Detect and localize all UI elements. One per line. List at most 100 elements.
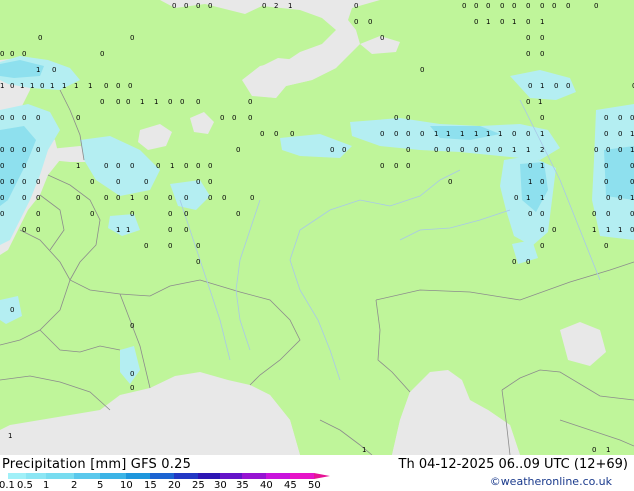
value-marker: 0 <box>630 226 634 234</box>
scale-tick-label: 15 <box>144 480 157 491</box>
value-marker: 0 <box>0 146 4 154</box>
legend-bar: Precipitation [mm] GFS 0.25 Th 04-12-202… <box>0 455 634 491</box>
value-marker: 0 <box>128 82 132 90</box>
scale-arrow <box>314 473 330 479</box>
scale-tick-label: 1 <box>43 480 50 491</box>
value-marker: 0 <box>22 114 26 122</box>
value-marker: 1 <box>528 178 532 186</box>
value-marker: 0 <box>144 194 148 202</box>
value-marker: 0 <box>10 306 14 314</box>
value-marker: 0 <box>196 162 200 170</box>
value-marker: 0 <box>540 226 544 234</box>
value-marker: 0 <box>526 98 530 106</box>
scale-segment <box>266 473 290 479</box>
value-marker: 1 <box>446 130 450 138</box>
value-marker: 0 <box>0 50 4 58</box>
value-marker: 0 <box>606 210 610 218</box>
value-marker: 0 <box>594 146 598 154</box>
value-marker: 0 <box>460 146 464 154</box>
value-marker: 0 <box>116 178 120 186</box>
value-marker: 0 <box>618 114 622 122</box>
value-marker: 1 <box>540 194 544 202</box>
value-marker: 0 <box>10 146 14 154</box>
value-marker: 1 <box>170 162 174 170</box>
value-marker: 0 <box>130 370 134 378</box>
value-marker: 0 <box>22 226 26 234</box>
value-marker: 1 <box>126 226 130 234</box>
value-marker: 0 <box>0 210 4 218</box>
scale-ticks: 0.1 0.5 1 2 5 10 15 20 25 30 35 40 45 50 <box>0 480 340 491</box>
value-marker: 1 <box>154 98 158 106</box>
credit-link[interactable]: ©weatheronline.co.uk <box>490 475 612 488</box>
value-marker: 1 <box>498 130 502 138</box>
value-marker: 0 <box>184 194 188 202</box>
value-marker: 0 <box>500 2 504 10</box>
value-marker: 0 <box>184 226 188 234</box>
value-marker: 0 <box>526 258 530 266</box>
value-marker: 0 <box>222 194 226 202</box>
value-marker: 0 <box>330 146 334 154</box>
value-marker: 0 <box>22 178 26 186</box>
value-marker: 0 <box>38 34 42 42</box>
value-marker: 0 <box>10 178 14 186</box>
value-marker: 2 <box>274 2 278 10</box>
value-marker: 1 <box>630 130 634 138</box>
value-marker: 1 <box>8 432 12 440</box>
scale-tick-label: 20 <box>168 480 181 491</box>
value-marker: 2 <box>540 146 544 154</box>
value-marker: 0 <box>22 146 26 154</box>
value-marker: 1 <box>618 226 622 234</box>
value-marker: 0 <box>528 162 532 170</box>
value-marker: 0 <box>196 178 200 186</box>
value-marker: 0 <box>420 130 424 138</box>
value-marker: 0 <box>104 194 108 202</box>
value-marker: 1 <box>116 226 120 234</box>
value-marker: 0 <box>434 146 438 154</box>
value-marker: 0 <box>380 34 384 42</box>
value-marker: 0 <box>592 210 596 218</box>
scale-tick-label: 2 <box>71 480 78 491</box>
value-marker: 0 <box>474 18 478 26</box>
value-marker: 0 <box>342 146 346 154</box>
scale-segment <box>220 473 242 479</box>
value-marker: 0 <box>196 98 200 106</box>
value-marker: 0 <box>116 162 120 170</box>
value-marker: 0 <box>116 194 120 202</box>
value-marker: 0 <box>130 384 134 392</box>
value-marker: 1 <box>288 2 292 10</box>
value-marker: 0 <box>130 322 134 330</box>
value-marker: 0 <box>594 2 598 10</box>
value-marker: 0 <box>406 114 410 122</box>
value-marker: 0 <box>104 82 108 90</box>
value-marker: 0 <box>196 258 200 266</box>
value-marker: 0 <box>540 178 544 186</box>
value-marker: 0 <box>394 130 398 138</box>
value-marker: 0 <box>36 194 40 202</box>
value-marker: 0 <box>10 50 14 58</box>
value-marker: 1 <box>30 82 34 90</box>
value-marker: 0 <box>630 114 634 122</box>
value-marker: 0 <box>528 82 532 90</box>
value-marker: 1 <box>592 226 596 234</box>
value-marker: 0 <box>354 18 358 26</box>
value-marker: 1 <box>486 18 490 26</box>
value-marker: 0 <box>196 242 200 250</box>
value-marker: 0 <box>208 194 212 202</box>
value-marker: 0 <box>498 146 502 154</box>
value-marker: 0 <box>248 114 252 122</box>
value-marker: 0 <box>618 194 622 202</box>
value-marker: 0 <box>512 2 516 10</box>
value-marker: 0 <box>394 162 398 170</box>
scale-tick-label: 0.1 <box>0 480 15 491</box>
value-marker: 0 <box>462 2 466 10</box>
value-marker: 0 <box>100 50 104 58</box>
value-marker: 1 <box>526 194 530 202</box>
value-marker: 0 <box>474 146 478 154</box>
scale-tick-label: 5 <box>97 480 104 491</box>
value-marker: 0 <box>528 210 532 218</box>
value-marker: 0 <box>208 162 212 170</box>
value-marker: 1 <box>630 194 634 202</box>
scale-tick-label: 30 <box>214 480 227 491</box>
value-marker: 1 <box>460 130 464 138</box>
value-marker: 1 <box>630 146 634 154</box>
